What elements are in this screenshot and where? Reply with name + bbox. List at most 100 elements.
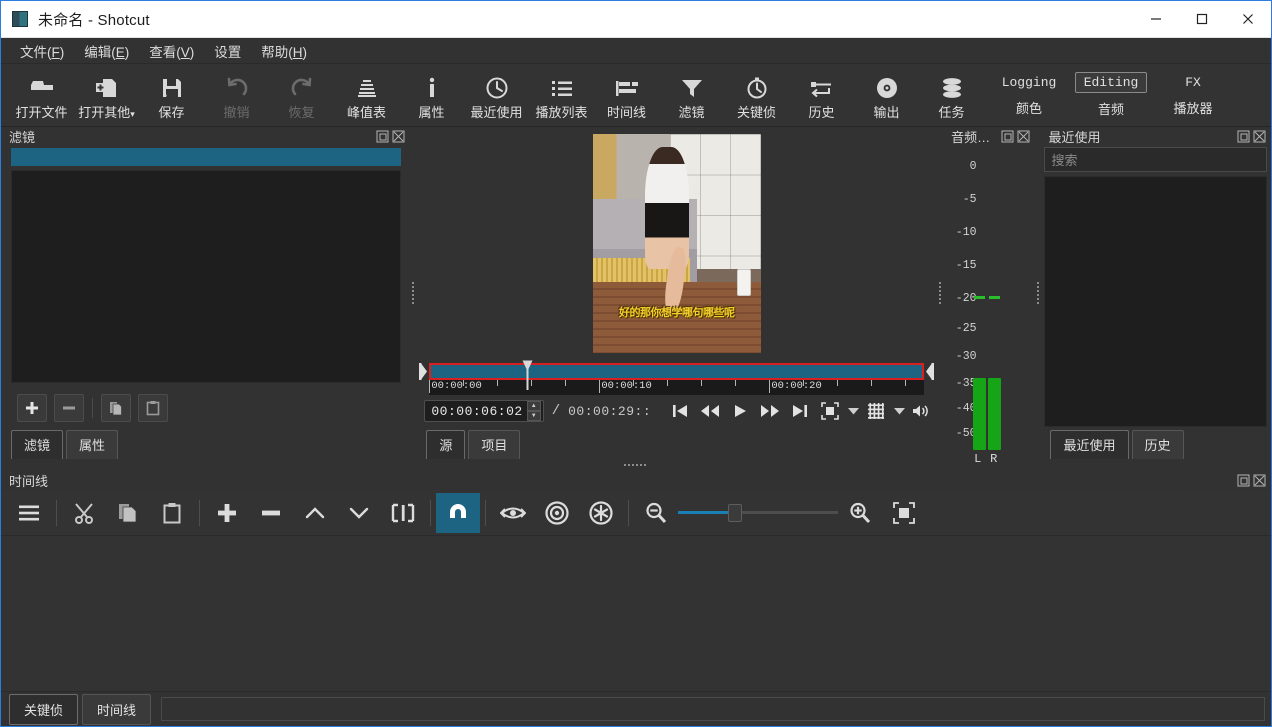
menu-view[interactable]: 查看(V) [141,38,202,64]
menu-file[interactable]: 文件(F) [12,38,72,64]
copy-button[interactable] [106,493,150,533]
minimize-button[interactable] [1133,1,1179,38]
audio-panel-title: 音频… [951,127,990,146]
layout-logging-button[interactable]: Logging [994,73,1065,92]
ripple-all-tracks-button[interactable] [579,493,623,533]
toolbar-undo-button[interactable]: 撤销 [204,66,269,126]
append-button[interactable] [205,493,249,533]
split-button[interactable] [381,493,425,533]
recent-search-input[interactable]: 搜索 [1044,147,1267,172]
toolbar-recent-button[interactable]: 最近使用 [464,66,529,126]
zoom-fit-button[interactable] [815,397,845,425]
copy-filters-button[interactable] [101,394,131,422]
close-panel-icon[interactable] [1253,130,1266,143]
filters-panel-title-bar: 滤镜 [1,127,410,146]
toolbar-jobs-button[interactable]: 任务 [919,66,984,126]
filter-selection-bar[interactable] [11,148,401,166]
timeline-menu-button[interactable] [7,493,51,533]
fast-forward-button[interactable] [755,397,785,425]
remove-filter-button[interactable] [54,394,84,422]
play-button[interactable] [725,397,755,425]
tab-project[interactable]: 项目 [468,430,520,459]
ripple-button[interactable] [535,493,579,533]
toolbar-redo-button[interactable]: 恢复 [269,66,334,126]
rewind-button[interactable] [695,397,725,425]
menu-settings[interactable]: 设置 [206,38,249,64]
stepper-down[interactable]: ▼ [527,411,541,421]
timecode-stepper[interactable]: ▲▼ [527,401,541,421]
tab-source[interactable]: 源 [426,430,465,459]
float-panel-icon[interactable] [376,130,389,143]
skip-to-end-button[interactable] [785,397,815,425]
layout-mode-group: Logging 颜色 Editing 音频 FX 播放器 [988,66,1234,126]
tab-filters[interactable]: 滤镜 [11,430,63,459]
toolbar-timeline-button[interactable]: 时间线 [594,66,659,126]
grid-button[interactable] [861,397,891,425]
toolbar-filters-button[interactable]: 滤镜 [659,66,724,126]
skip-to-start-button[interactable] [665,397,695,425]
bottom-tab-timeline[interactable]: 时间线 [82,694,151,725]
timeline-zoom-slider[interactable] [678,493,838,533]
snap-button[interactable] [436,493,480,533]
timeline-zoom-fit-button[interactable] [882,493,926,533]
filter-list[interactable] [11,170,401,383]
tab-history[interactable]: 历史 [1132,430,1184,459]
layout-fx-button[interactable]: FX [1177,73,1209,92]
zoom-out-button[interactable] [634,493,678,533]
lift-button[interactable] [293,493,337,533]
overwrite-button[interactable] [337,493,381,533]
toolbar-open-file-button[interactable]: 打开文件 [9,66,74,126]
zoom-slider-handle[interactable] [728,504,742,522]
out-point-marker[interactable] [925,363,934,380]
close-panel-icon[interactable] [392,130,405,143]
tab-recent[interactable]: 最近使用 [1050,430,1128,459]
video-preview-area[interactable]: 好的那你想学哪句哪些呢 [416,127,937,359]
float-panel-icon[interactable] [1237,474,1250,487]
toolbar-open-other-button[interactable]: 打开其他▾ [74,66,139,126]
paste-filters-button[interactable] [138,394,168,422]
float-panel-icon[interactable] [1237,130,1250,143]
close-panel-icon[interactable] [1253,474,1266,487]
toolbar-export-button[interactable]: 输出 [854,66,919,126]
panel-player-button[interactable]: 播放器 [1165,96,1220,119]
close-button[interactable] [1225,1,1271,38]
player-scrubber[interactable]: 00:00:00 00:00:10 00:00:20 [416,359,937,395]
panel-color-button[interactable]: 颜色 [1008,96,1050,119]
stepper-up[interactable]: ▲ [527,401,541,411]
scrubber-range-bar[interactable] [429,363,924,380]
current-timecode-field[interactable]: 00:00:06:02 ▲▼ [424,400,543,422]
float-panel-icon[interactable] [1001,130,1014,143]
volume-button[interactable] [907,397,937,425]
playhead[interactable] [522,360,533,390]
maximize-button[interactable] [1179,1,1225,38]
timeline-tracks-area[interactable] [1,536,1271,691]
menu-help[interactable]: 帮助(H) [253,38,315,64]
timeline-dock: 时间线 [1,471,1271,691]
grid-menu-chevron-down-icon[interactable] [891,397,907,425]
paste-button[interactable] [150,493,194,533]
toolbar-save-button[interactable]: 保存 [139,66,204,126]
close-panel-icon[interactable] [1017,130,1030,143]
zoom-menu-chevron-down-icon[interactable] [845,397,861,425]
layout-editing-button[interactable]: Editing [1075,72,1148,93]
toolbar-playlist-button[interactable]: 播放列表 [529,66,594,126]
ripple-delete-button[interactable] [249,493,293,533]
zoom-in-button[interactable] [838,493,882,533]
toolbar-keyframes-button[interactable]: 关键侦 [724,66,789,126]
scrubber-ruler[interactable]: 00:00:00 00:00:10 00:00:20 [429,380,924,395]
toolbar-history-button[interactable]: 历史 [789,66,854,126]
timeline-separator-4 [485,500,486,526]
toolbar-properties-button[interactable]: 属性 [399,66,464,126]
toolbar-peak-meter-button[interactable]: 峰值表 [334,66,399,126]
horizontal-splitter[interactable] [1,459,1271,471]
menu-edit[interactable]: 编辑(E) [76,38,137,64]
player-dock: 好的那你想学哪句哪些呢 [416,127,937,459]
in-point-marker[interactable] [419,363,428,380]
cut-button[interactable] [62,493,106,533]
add-filter-button[interactable] [17,394,47,422]
bottom-tab-keyframes[interactable]: 关键侦 [9,694,78,725]
panel-audio-button[interactable]: 音频 [1090,97,1132,120]
recent-list[interactable] [1044,176,1267,427]
scrub-while-dragging-button[interactable] [491,493,535,533]
tab-properties[interactable]: 属性 [66,430,118,459]
